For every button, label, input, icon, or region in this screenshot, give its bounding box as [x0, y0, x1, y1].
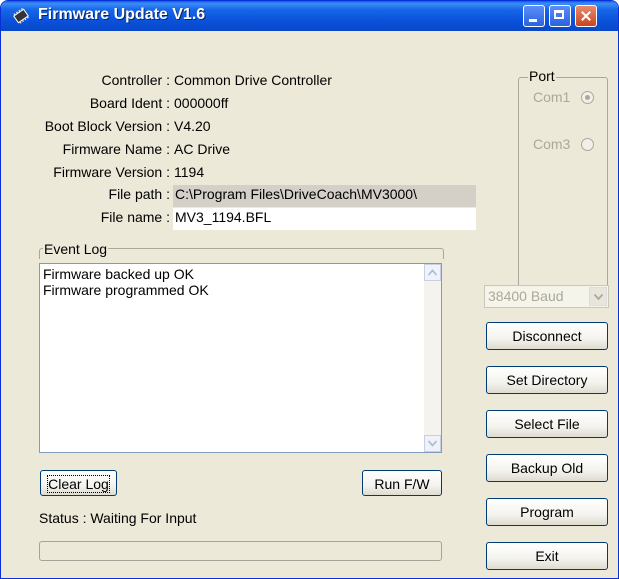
- baud-select[interactable]: 38400 Baud: [484, 285, 609, 308]
- scroll-up-icon[interactable]: [424, 264, 441, 281]
- title-bar[interactable]: Firmware Update V1.6: [1, 1, 618, 31]
- log-line: Firmware backed up OK: [43, 266, 194, 282]
- chip-icon: [13, 7, 29, 24]
- firmware-name-value: AC Drive: [174, 141, 231, 157]
- firmware-name-label: Firmware Name :: [62, 141, 170, 157]
- board-ident-label: Board Ident :: [89, 95, 170, 111]
- file-path-label: File path :: [108, 186, 170, 202]
- boot-block-value: V4.20: [174, 118, 211, 134]
- event-log-text: Firmware backed up OK Firmware programme…: [43, 266, 209, 298]
- firmware-version-value: 1194: [174, 164, 205, 180]
- firmware-version-label: Firmware Version :: [53, 164, 170, 180]
- log-scrollbar[interactable]: [424, 264, 441, 452]
- disconnect-button[interactable]: Disconnect: [486, 322, 608, 350]
- exit-button[interactable]: Exit: [486, 542, 608, 570]
- file-name-field[interactable]: MV3_1194.BFL: [173, 208, 476, 230]
- com1-label: Com1: [533, 89, 571, 105]
- board-ident-value: 000000ff: [174, 95, 229, 111]
- client-area: Controller : Common Drive Controller Boa…: [1, 31, 618, 578]
- maximize-icon[interactable]: [549, 5, 571, 27]
- com3-radio[interactable]: [581, 138, 594, 151]
- port-group: [518, 77, 608, 297]
- controller-value: Common Drive Controller: [174, 72, 332, 88]
- com1-radio[interactable]: [581, 91, 594, 104]
- file-name-label: File name :: [100, 209, 170, 225]
- scroll-down-icon[interactable]: [424, 435, 441, 452]
- file-path-field[interactable]: C:\Program Files\DriveCoach\MV3000\: [173, 185, 476, 207]
- program-button[interactable]: Program: [486, 498, 608, 526]
- clear-log-button[interactable]: Clear Log: [40, 470, 117, 496]
- baud-value: 38400 Baud: [488, 288, 564, 304]
- controller-label: Controller :: [101, 72, 170, 88]
- backup-old-button[interactable]: Backup Old: [486, 454, 608, 482]
- firmware-update-window: Firmware Update V1.6 Controller : Common…: [0, 0, 619, 579]
- boot-block-label: Boot Block Version :: [44, 118, 170, 134]
- set-directory-button[interactable]: Set Directory: [486, 366, 608, 394]
- status-text: Status : Waiting For Input: [39, 510, 197, 526]
- event-log-list[interactable]: Firmware backed up OK Firmware programme…: [39, 263, 442, 453]
- event-log-title: Event Log: [43, 241, 109, 257]
- close-icon[interactable]: [575, 5, 597, 27]
- progress-bar: [39, 541, 442, 561]
- run-fw-button[interactable]: Run F/W: [362, 470, 442, 496]
- log-line: Firmware programmed OK: [43, 282, 209, 298]
- port-title: Port: [528, 68, 556, 84]
- select-file-button[interactable]: Select File: [486, 410, 608, 438]
- minimize-icon[interactable]: [523, 5, 545, 27]
- window-title: Firmware Update V1.6: [38, 6, 206, 23]
- com3-label: Com3: [533, 136, 571, 152]
- chevron-down-icon[interactable]: [589, 287, 607, 306]
